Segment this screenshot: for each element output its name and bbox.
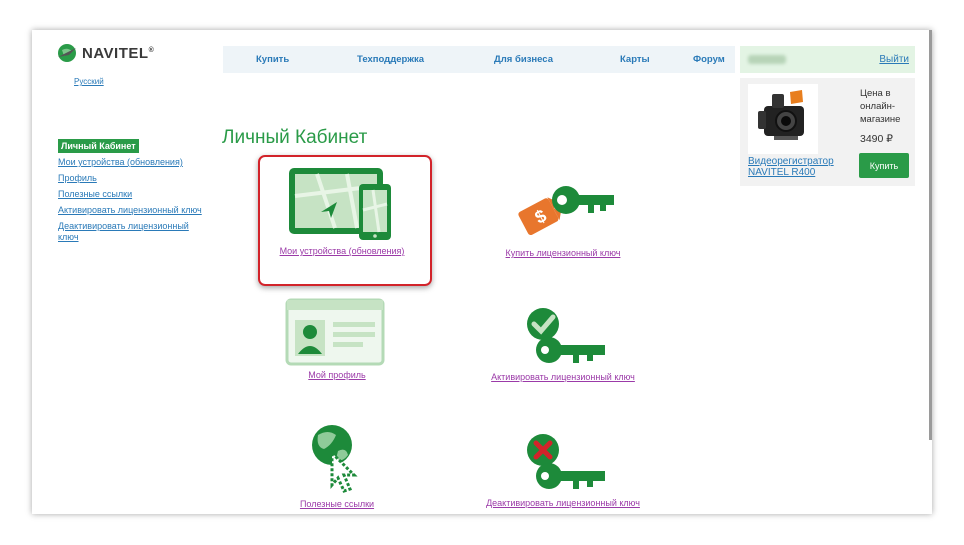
browser-page: NAVITEL® Русский Купить Техподдержка Для…: [32, 30, 932, 514]
page-title: Личный Кабинет: [222, 126, 368, 148]
tile-activate-key[interactable]: Активировать лицензионный ключ: [473, 306, 653, 382]
tile-label-buy-key[interactable]: Купить лицензионный ключ: [473, 248, 653, 258]
globe-cursor-icon: [312, 425, 358, 493]
dashcam-icon: [758, 90, 804, 140]
product-price: 3490 ₽: [860, 133, 893, 145]
sidebar-item-devices[interactable]: Мои устройства (обновления): [58, 157, 208, 168]
key-cross-icon: [527, 434, 605, 489]
product-name-link[interactable]: Видеорегистратор NAVITEL R400: [748, 156, 848, 178]
tile-label-deactivate-key[interactable]: Деактивировать лицензионный ключ: [473, 498, 653, 508]
globe-logo-icon: [58, 44, 76, 62]
sidebar-item-profile[interactable]: Профиль: [58, 173, 208, 184]
key-price-tag-icon: $: [518, 186, 614, 236]
nav-item-forum[interactable]: Форум: [693, 54, 725, 65]
navitel-logo[interactable]: NAVITEL®: [56, 42, 154, 64]
price-label: Цена в онлайн-магазине: [860, 88, 901, 125]
dashcam-image[interactable]: [748, 84, 818, 154]
tile-label-useful-links[interactable]: Полезные ссылки: [247, 499, 427, 509]
nav-item-maps[interactable]: Карты: [620, 54, 650, 65]
tile-useful-links[interactable]: Полезные ссылки: [247, 423, 427, 509]
user-panel: Выйти: [740, 46, 915, 73]
logo-text: NAVITEL®: [82, 44, 155, 62]
logout-link[interactable]: Выйти: [879, 54, 909, 65]
sidebar-item-activate-key[interactable]: Активировать лицензионный ключ: [58, 205, 208, 216]
language-link[interactable]: Русский: [74, 77, 104, 86]
tile-deactivate-key[interactable]: Деактивировать лицензионный ключ: [473, 432, 653, 508]
tile-buy-key[interactable]: $ Купить лицензионный ключ: [473, 178, 653, 258]
buy-button[interactable]: Купить: [859, 153, 909, 178]
sidebar: Личный Кабинет Мои устройства (обновлени…: [58, 136, 208, 248]
tile-label-profile[interactable]: Мой профиль: [247, 370, 427, 380]
product-promo: Цена в онлайн-магазине 3490 ₽ Видеорегис…: [740, 78, 915, 186]
tile-my-devices[interactable]: Мои устройства (обновления): [252, 166, 432, 256]
key-check-icon: [527, 308, 605, 363]
nav-item-business[interactable]: Для бизнеса: [494, 54, 553, 65]
tile-label-devices[interactable]: Мои устройства (обновления): [252, 246, 432, 256]
top-nav: Купить Техподдержка Для бизнеса Карты Фо…: [223, 46, 735, 73]
scrollbar[interactable]: [929, 30, 932, 440]
username-blurred: [748, 55, 786, 64]
sidebar-item-links[interactable]: Полезные ссылки: [58, 189, 208, 200]
profile-card-icon: [285, 298, 385, 366]
sidebar-item-account[interactable]: Личный Кабинет: [58, 139, 139, 153]
tile-my-profile[interactable]: Мой профиль: [247, 298, 427, 380]
nav-item-support[interactable]: Техподдержка: [357, 54, 424, 65]
sidebar-item-deactivate-key[interactable]: Деактивировать лицензионный ключ: [58, 221, 208, 243]
tile-label-activate-key[interactable]: Активировать лицензионный ключ: [473, 372, 653, 382]
nav-item-buy[interactable]: Купить: [256, 54, 289, 65]
devices-icon: [289, 168, 391, 240]
